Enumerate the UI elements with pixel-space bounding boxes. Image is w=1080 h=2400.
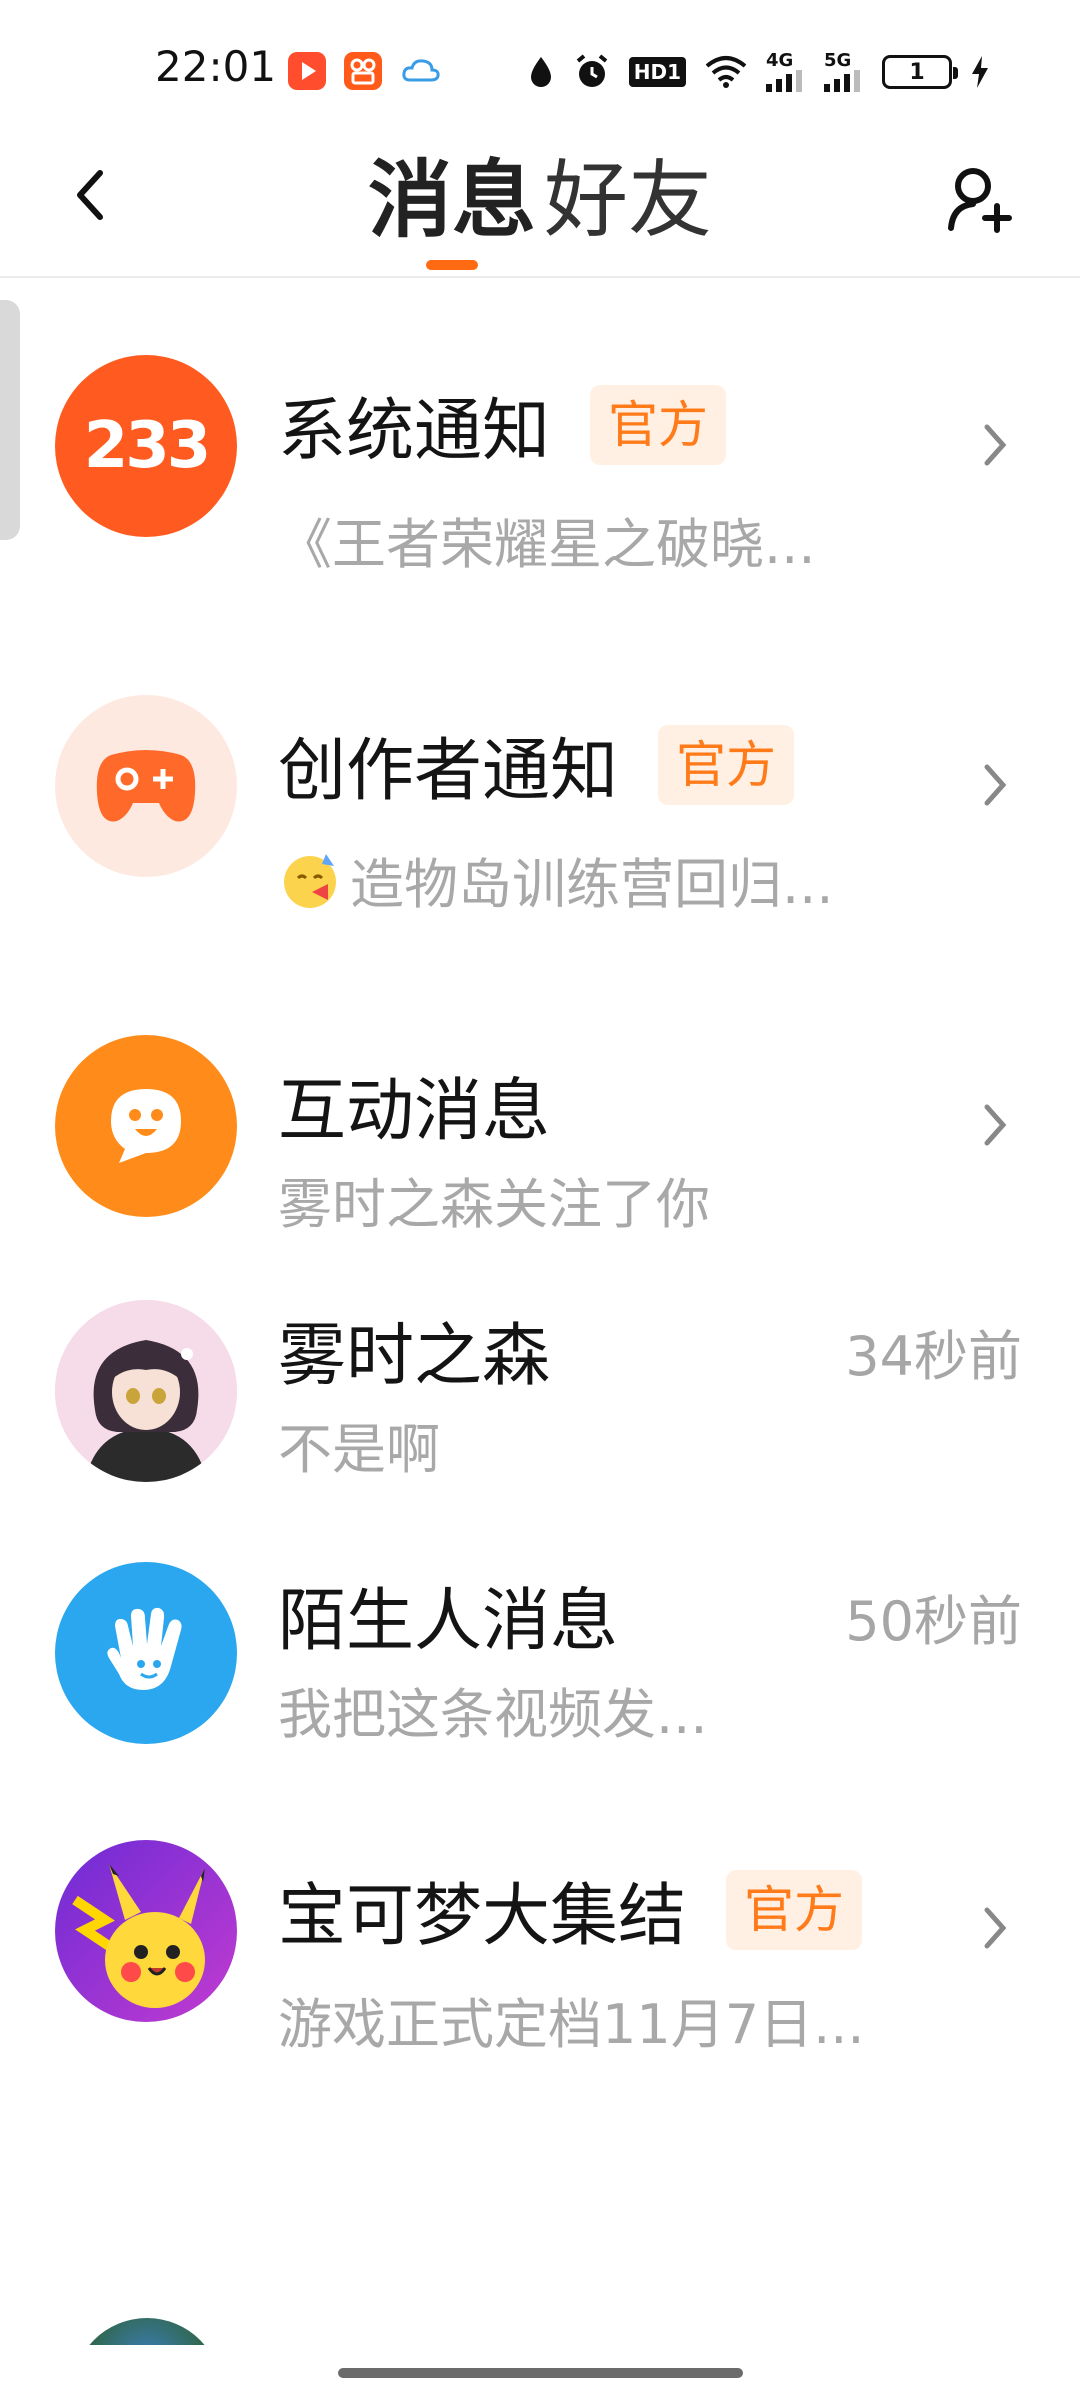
list-item-user-chat[interactable]: 雾时之森 34秒前 不是啊 xyxy=(0,1260,1080,1560)
user-avatar xyxy=(55,1300,237,1482)
tab-friends[interactable]: 好友 xyxy=(540,150,716,250)
status-bar: 22:01 HD1 4G 5G 1 xyxy=(0,0,1080,130)
waving-hand-icon xyxy=(107,1607,182,1690)
title-line: 创作者通知 官方 xyxy=(278,715,795,814)
conversation-title: 陌生人消息 xyxy=(278,1582,619,1661)
conversation-preview: 不是啊 xyxy=(278,1418,440,1481)
signal-4g-icon: 4G xyxy=(766,52,806,92)
conversation-title: 互动消息 xyxy=(278,1072,551,1151)
chevron-right-icon xyxy=(975,755,1015,815)
list-item-system-notice[interactable]: 233 系统通知 官方 《王者荣耀星之破晓... xyxy=(0,280,1080,620)
conversation-title: 雾时之森 xyxy=(278,1317,551,1396)
cloud-app-icon xyxy=(400,52,440,90)
title-line: 宝可梦大集结 官方 xyxy=(278,1860,863,1959)
official-badge: 官方 xyxy=(590,384,727,465)
anime-girl-avatar-image xyxy=(55,1300,237,1482)
status-icons: HD1 4G 5G 1 xyxy=(527,50,990,94)
chevron-right-icon xyxy=(975,1898,1015,1958)
message-time: 34秒前 xyxy=(845,1325,1022,1388)
chevron-right-icon xyxy=(975,1095,1015,1155)
conversation-title: 创作者通知 xyxy=(278,732,619,811)
party-face-icon xyxy=(278,848,342,912)
top-nav: 消息 好友 xyxy=(0,130,1080,278)
conversation-preview: 雾时之森关注了你 xyxy=(278,1173,710,1236)
gamepad-icon xyxy=(96,750,196,822)
tab-bar: 消息 好友 xyxy=(0,150,1080,270)
title-line: 陌生人消息 xyxy=(278,1565,618,1664)
active-tab-indicator xyxy=(425,260,478,270)
creator-notice-avatar xyxy=(55,695,237,877)
system-notice-avatar: 233 xyxy=(55,355,237,537)
charging-icon xyxy=(970,54,990,90)
conversation-list: 233 系统通知 官方 《王者荣耀星之破晓... 创作者通知 官方 造物岛训练营… xyxy=(0,280,1080,2240)
pokemon-unite-avatar xyxy=(55,1840,237,2022)
signal-5g-icon: 5G xyxy=(824,52,864,92)
title-line: 雾时之森 xyxy=(278,1300,550,1399)
title-line: 互动消息 xyxy=(278,1055,550,1154)
battery-icon: 1 xyxy=(882,55,958,89)
water-drop-icon xyxy=(527,54,555,90)
list-item-interactions[interactable]: 互动消息 雾时之森关注了你 xyxy=(0,960,1080,1260)
hd-icon: HD1 xyxy=(628,57,686,87)
video-app-icon xyxy=(288,52,326,90)
conversation-title: 宝可梦大集结 xyxy=(278,1877,687,1956)
home-indicator[interactable] xyxy=(338,2368,743,2378)
add-friend-button[interactable] xyxy=(940,160,1020,240)
pikachu-avatar-image xyxy=(72,1864,205,2008)
wifi-icon xyxy=(704,54,748,90)
list-item-pokemon-unite[interactable]: 宝可梦大集结 官方 游戏正式定档11月7日... xyxy=(0,1840,1080,2240)
stranger-messages-avatar xyxy=(55,1562,237,1744)
chevron-right-icon xyxy=(975,415,1015,475)
status-time: 22:01 xyxy=(155,42,277,91)
conversation-preview: 我把这条视频发... xyxy=(278,1683,708,1746)
chat-bubble-face-icon xyxy=(111,1089,181,1163)
add-user-icon xyxy=(948,168,1012,233)
interactions-avatar xyxy=(55,1035,237,1217)
official-badge: 官方 xyxy=(726,1869,863,1950)
conversation-title: 系统通知 xyxy=(278,392,551,471)
official-badge: 官方 xyxy=(658,724,795,805)
list-item-creator-notice[interactable]: 创作者通知 官方 造物岛训练营回归... xyxy=(0,620,1080,960)
conversation-preview: 《王者荣耀星之破晓... xyxy=(278,513,816,576)
alarm-icon xyxy=(573,53,611,91)
message-time: 50秒前 xyxy=(845,1590,1022,1653)
kuaishou-app-icon xyxy=(344,52,382,90)
tab-messages[interactable]: 消息 xyxy=(364,150,540,270)
conversation-preview: 游戏正式定档11月7日... xyxy=(278,1993,865,2056)
conversation-preview: 造物岛训练营回归... xyxy=(278,840,834,919)
title-line: 系统通知 官方 xyxy=(278,375,727,474)
